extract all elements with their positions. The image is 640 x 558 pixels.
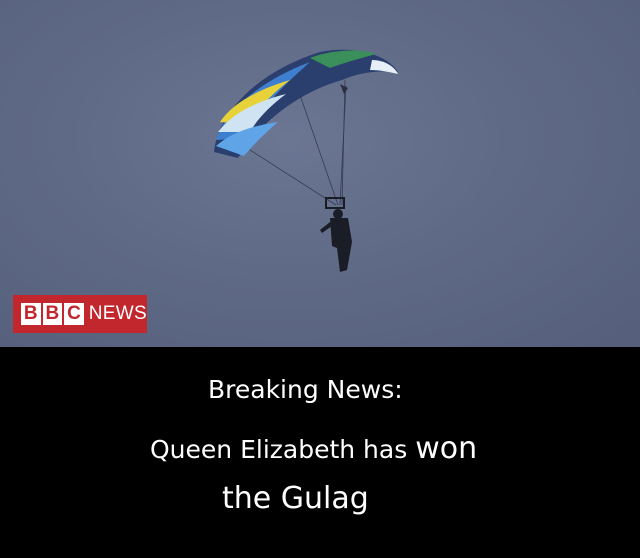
parachute-canopy — [214, 49, 398, 158]
caption-line-2-text: Queen Elizabeth has — [150, 435, 416, 464]
caption-line-3: the Gulag — [222, 481, 369, 516]
bbc-news-logo: B B C NEWS — [13, 295, 147, 333]
jumper-figure — [320, 197, 352, 272]
caption-line-2: Queen Elizabeth has won — [0, 431, 640, 466]
logo-letter-b1: B — [21, 303, 41, 325]
caption-line-1: Breaking News: — [208, 375, 403, 404]
meme-frame: B B C NEWS Breaking News: Queen Elizabet… — [0, 0, 640, 558]
logo-letter-b2: B — [42, 303, 63, 325]
caption-line-2-emphasis: won — [415, 431, 478, 466]
logo-news-word: NEWS — [88, 303, 147, 324]
caption-panel: Breaking News: Queen Elizabeth has won t… — [0, 347, 640, 558]
pilot-chute — [340, 84, 348, 94]
logo-letter-c: C — [64, 303, 84, 325]
news-photo: B B C NEWS — [0, 0, 640, 347]
